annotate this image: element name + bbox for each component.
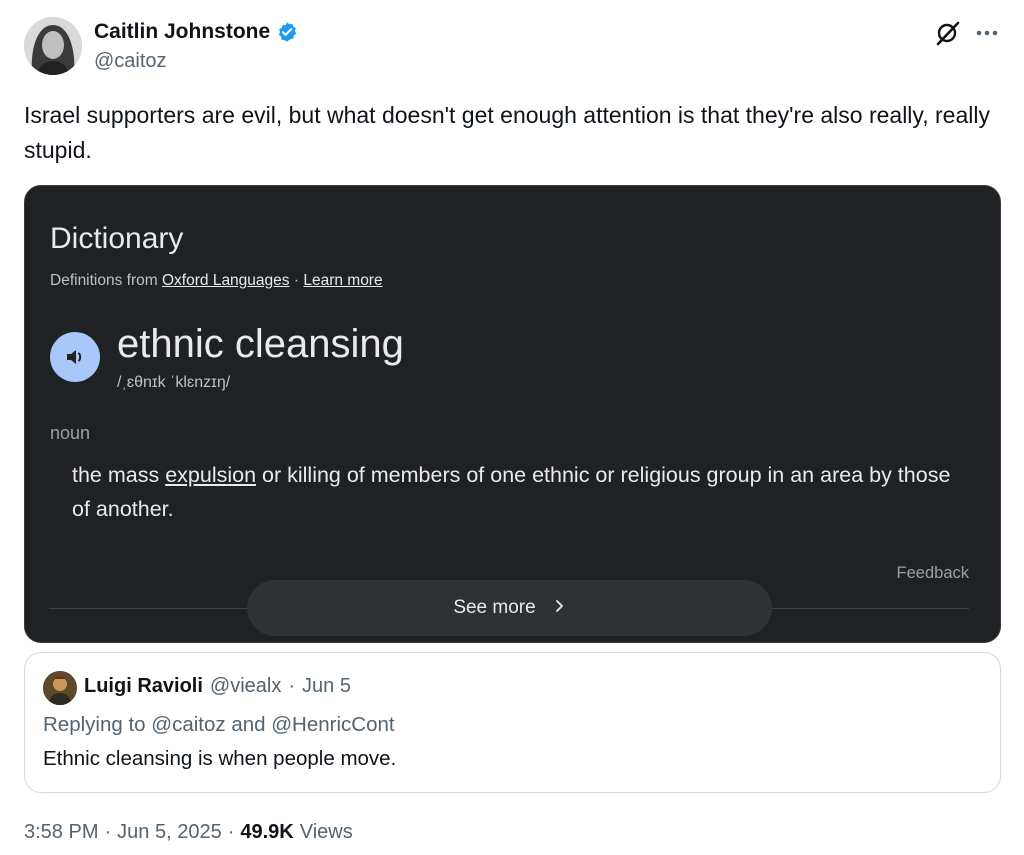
author-name-row[interactable]: Caitlin Johnstone bbox=[94, 20, 298, 44]
verified-badge-icon bbox=[276, 21, 298, 43]
quoted-author-handle: @viealx bbox=[209, 675, 282, 697]
quoted-separator: · bbox=[288, 675, 296, 697]
subtitle-prefix: Definitions from bbox=[50, 272, 158, 289]
replying-to-text: Replying to @caitoz and @HenricCont bbox=[43, 713, 395, 736]
learn-more-link: Learn more bbox=[303, 272, 383, 289]
dictionary-term: ethnic cleansing bbox=[117, 322, 404, 366]
subtitle-separator: · bbox=[289, 272, 304, 289]
dictionary-subtitle: Definitions from Oxford Languages · Lear… bbox=[50, 272, 383, 290]
quoted-tweet-header: Luigi Ravioli @viealx · Jun 5 bbox=[84, 675, 351, 698]
grok-icon[interactable] bbox=[935, 20, 961, 46]
phonetic-spelling: /ˌɛθnɪk ˈklɛnzɪŋ/ bbox=[117, 374, 231, 391]
quoted-date: Jun 5 bbox=[302, 675, 351, 697]
tweet-media-image[interactable]: Dictionary Definitions from Oxford Langu… bbox=[24, 185, 1001, 643]
tweet-text: Israel supporters are evil, but what doe… bbox=[24, 102, 990, 163]
author-handle[interactable]: @caitoz bbox=[94, 50, 167, 73]
oxford-languages-link: Oxford Languages bbox=[162, 272, 290, 289]
quoted-author-avatar bbox=[43, 671, 77, 705]
quoted-author-name: Luigi Ravioli bbox=[84, 675, 203, 697]
footer-separator-2: · bbox=[227, 821, 235, 843]
author-display-name[interactable]: Caitlin Johnstone bbox=[94, 20, 270, 44]
dictionary-title: Dictionary bbox=[50, 222, 184, 255]
post-date[interactable]: Jun 5, 2025 bbox=[117, 821, 222, 844]
part-of-speech: noun bbox=[50, 423, 91, 443]
quoted-tweet[interactable]: Luigi Ravioli @viealx · Jun 5 Replying t… bbox=[24, 652, 1001, 793]
definition-before: the mass bbox=[72, 463, 166, 487]
post-time[interactable]: 3:58 PM bbox=[24, 821, 98, 844]
speaker-icon bbox=[50, 332, 100, 382]
views-label: Views bbox=[299, 821, 353, 843]
tweet-footer: 3:58 PM · Jun 5, 2025 · 49.9K Views bbox=[24, 821, 353, 844]
more-options-icon[interactable] bbox=[974, 22, 1000, 44]
see-more-label: See more bbox=[453, 597, 536, 618]
definition-text: the mass expulsion or killing of members… bbox=[72, 458, 972, 526]
chevron-right-icon bbox=[554, 599, 566, 618]
definition-link-expulsion: expulsion bbox=[165, 463, 257, 487]
views-count: 49.9K bbox=[240, 821, 294, 843]
quoted-tweet-text: Ethnic cleansing is when people move. bbox=[43, 747, 397, 770]
author-avatar[interactable] bbox=[24, 17, 82, 75]
footer-separator-1: · bbox=[104, 821, 112, 843]
feedback-label: Feedback bbox=[896, 564, 969, 582]
see-more-pill: See more bbox=[247, 580, 772, 636]
